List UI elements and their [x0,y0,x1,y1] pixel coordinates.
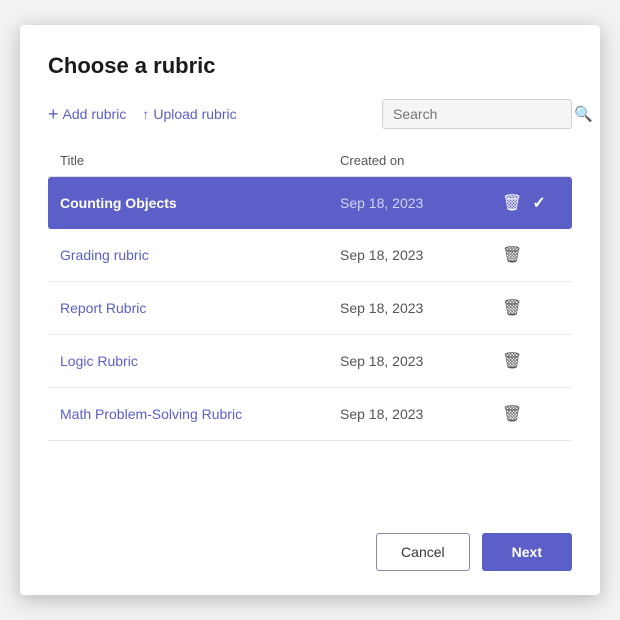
table-row[interactable]: Logic RubricSep 18, 2023🗑 [48,335,572,388]
check-icon: ✓ [532,193,545,213]
table-row[interactable]: Report RubricSep 18, 2023🗑 [48,282,572,335]
upload-icon: ↑ [142,106,149,122]
table-row[interactable]: Counting ObjectsSep 18, 2023🗑✓ [48,177,572,229]
upload-rubric-label: Upload rubric [153,106,236,122]
modal-title: Choose a rubric [48,53,572,79]
cancel-button[interactable]: Cancel [376,533,470,571]
empty-area [48,441,572,501]
search-box: 🔍 [382,99,572,129]
delete-button[interactable]: 🗑 [500,296,524,320]
overlay: Choose a rubric + Add rubric ↑ Upload ru… [0,0,620,620]
row-actions: 🗑 [500,296,560,320]
row-title: Counting Objects [60,195,340,211]
table-header: Title Created on [48,145,572,177]
row-title: Math Problem-Solving Rubric [60,406,340,422]
row-title: Grading rubric [60,247,340,263]
search-button[interactable]: 🔍 [574,105,593,123]
delete-button[interactable]: 🗑 [500,191,524,215]
row-date: Sep 18, 2023 [340,300,500,316]
row-date: Sep 18, 2023 [340,353,500,369]
upload-rubric-button[interactable]: ↑ Upload rubric [142,106,236,122]
row-actions: 🗑✓ [500,191,560,215]
add-rubric-button[interactable]: + Add rubric [48,105,126,123]
table-row[interactable]: Grading rubricSep 18, 2023🗑 [48,229,572,282]
row-actions: 🗑 [500,402,560,426]
row-title: Report Rubric [60,300,340,316]
delete-button[interactable]: 🗑 [500,402,524,426]
next-button[interactable]: Next [482,533,572,571]
toolbar: + Add rubric ↑ Upload rubric 🔍 [48,99,572,129]
row-actions: 🗑 [500,349,560,373]
plus-icon: + [48,105,59,123]
choose-rubric-modal: Choose a rubric + Add rubric ↑ Upload ru… [20,25,600,595]
modal-footer: Cancel Next [48,533,572,571]
row-date: Sep 18, 2023 [340,406,500,422]
delete-button[interactable]: 🗑 [500,349,524,373]
search-icon: 🔍 [574,105,593,123]
search-input[interactable] [393,106,574,122]
add-rubric-label: Add rubric [63,106,127,122]
table-row[interactable]: Math Problem-Solving RubricSep 18, 2023🗑 [48,388,572,441]
delete-button[interactable]: 🗑 [500,243,524,267]
row-title: Logic Rubric [60,353,340,369]
row-date: Sep 18, 2023 [340,247,500,263]
table-body: Counting ObjectsSep 18, 2023🗑✓Grading ru… [48,177,572,441]
col-created-header: Created on [340,153,500,168]
row-actions: 🗑 [500,243,560,267]
col-title-header: Title [60,153,340,168]
toolbar-left: + Add rubric ↑ Upload rubric [48,105,382,123]
row-date: Sep 18, 2023 [340,195,500,211]
